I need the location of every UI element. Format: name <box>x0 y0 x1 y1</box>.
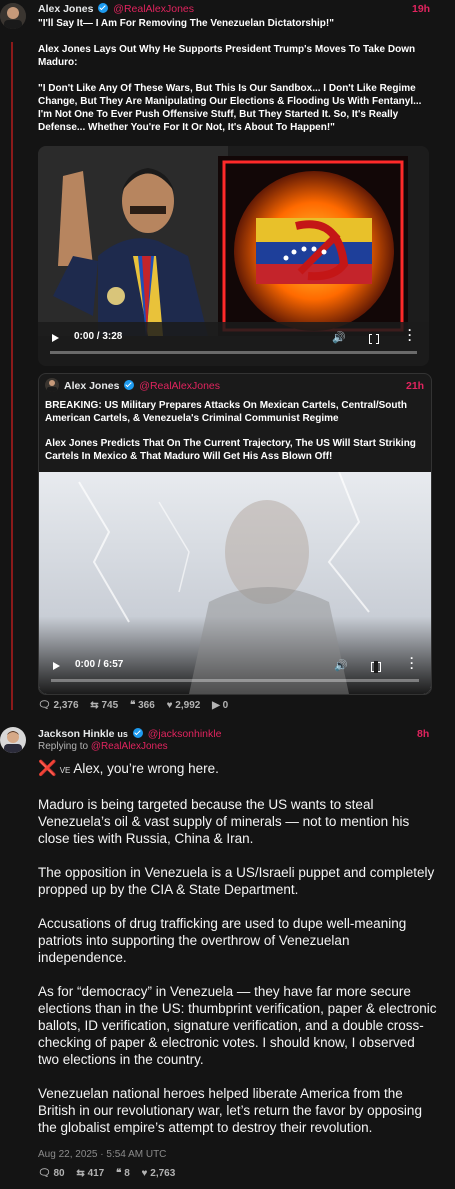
play-icon[interactable] <box>52 334 59 342</box>
tweet-paragraph: "I'll Say It— I Am For Removing The Vene… <box>38 18 334 29</box>
quote-paragraph: Alex Jones Predicts That On The Current … <box>45 438 416 462</box>
tweet-stats: 🗨 80 ⇆ 417 ❝ 8 ♥ 2,763 <box>38 1168 184 1179</box>
tweet-paragraph: Alex Jones Lays Out Why He Supports Pres… <box>38 44 416 68</box>
quote-time: 21h <box>406 380 425 392</box>
tweet-body: "I'll Say It— I Am For Removing The Vene… <box>38 17 428 147</box>
heart-icon: ♥ <box>166 700 173 711</box>
reply-stat[interactable]: 🗨 2,376 <box>38 700 79 711</box>
video-progress-bar[interactable] <box>50 351 417 354</box>
video-player[interactable]: 0:00 / 3:28 🔊 · · · <box>38 146 429 366</box>
quoted-tweet[interactable]: Alex Jones @RealAlexJones 21h BREAKING: … <box>38 373 432 695</box>
quote-video-player[interactable]: 0:00 / 6:57 🔊 · · · <box>39 472 431 694</box>
retweet-stat[interactable]: ⇆ 417 <box>76 1168 104 1179</box>
retweet-stat[interactable]: ⇆ 745 <box>90 700 118 711</box>
tweet-body: ❌ VE Alex, you’re wrong here. Maduro is be… <box>38 760 438 1153</box>
comment-icon: 🗨 <box>38 1168 51 1179</box>
thread-line <box>11 42 13 710</box>
more-options-icon[interactable]: · · · <box>408 324 412 346</box>
author-handle[interactable]: @RealAlexJones <box>113 3 194 15</box>
cross-icon: ❌ <box>38 760 57 777</box>
play-icon: ▶ <box>212 700 220 711</box>
heart-icon: ♥ <box>141 1168 148 1179</box>
verified-icon <box>98 3 109 13</box>
tweet-paragraph: The opposition in Venezuela is a US/Isra… <box>38 865 435 897</box>
play-icon[interactable] <box>53 662 60 670</box>
quote-paragraph: BREAKING: US Military Prepares Attacks O… <box>45 400 407 424</box>
comment-icon: 🗨 <box>38 700 51 711</box>
tweet-stats: 🗨 2,376 ⇆ 745 ❝ 366 ♥ 2,992 ▶ 0 <box>38 700 237 711</box>
author-name[interactable]: Jackson Hinkle <box>38 728 114 740</box>
like-stat[interactable]: ♥ 2,992 <box>167 700 201 711</box>
fullscreen-icon[interactable] <box>371 661 381 673</box>
tweet-paragraph: Accusations of drug trafficking are used… <box>38 916 407 965</box>
volume-icon[interactable]: 🔊 <box>332 331 346 344</box>
quote-avatar <box>45 378 59 392</box>
tweet-paragraph: Maduro is being targeted because the US … <box>38 797 410 846</box>
ve-flag: VE <box>59 766 71 775</box>
verified-icon <box>132 728 143 738</box>
video-time: 0:00 / 3:28 <box>74 331 123 342</box>
quote-stat[interactable]: ❝ 8 <box>116 1168 130 1179</box>
us-flag: us <box>117 729 128 739</box>
tweet-timestamp[interactable]: Aug 22, 2025 · 5:54 AM UTC <box>38 1149 166 1160</box>
volume-icon[interactable]: 🔊 <box>334 659 348 672</box>
quote-author-handle: @RealAlexJones <box>139 380 220 392</box>
replying-label: Replying to <box>38 741 89 752</box>
like-stat[interactable]: ♥ 2,763 <box>142 1168 176 1179</box>
tweet-paragraph: "I Don't Like Any Of These Wars, But Thi… <box>38 83 422 133</box>
quote-icon: ❝ <box>116 1168 122 1179</box>
fullscreen-icon[interactable] <box>369 333 379 345</box>
video-progress-bar[interactable] <box>51 679 419 682</box>
retweet-icon: ⇆ <box>76 1168 85 1179</box>
quote-icon: ❝ <box>129 700 136 711</box>
video-time: 0:00 / 6:57 <box>75 659 124 670</box>
quote-author-name: Alex Jones <box>64 380 120 392</box>
more-options-icon[interactable]: · · · <box>410 652 414 674</box>
verified-icon <box>124 380 135 390</box>
quote-stat[interactable]: ❝ 366 <box>130 700 155 711</box>
author-name[interactable]: Alex Jones <box>38 3 93 15</box>
tweet-paragraph: As for “democracy” in Venezuela — they h… <box>38 984 437 1067</box>
tweet-time[interactable]: 8h <box>417 728 429 740</box>
quote-body: BREAKING: US Military Prepares Attacks O… <box>45 399 425 475</box>
tweet-paragraph: Venezuelan national heroes helped libera… <box>38 1086 422 1135</box>
reply-stat[interactable]: 🗨 80 <box>38 1168 65 1179</box>
replying-handle-link[interactable]: @RealAlexJones <box>91 741 168 752</box>
replying-to: Replying to @RealAlexJones <box>38 741 168 752</box>
tweet-time[interactable]: 19h <box>412 3 430 15</box>
avatar[interactable] <box>0 727 26 753</box>
avatar[interactable] <box>0 3 26 29</box>
views-stat[interactable]: ▶ 0 <box>212 700 228 711</box>
video-controls: 0:00 / 6:57 🔊 · · · <box>39 650 431 694</box>
video-controls: 0:00 / 3:28 🔊 · · · <box>38 322 429 366</box>
tweet-paragraph: ❌ VE Alex, you’re wrong here. <box>38 760 219 777</box>
author-handle[interactable]: @jacksonhinkle <box>148 728 222 740</box>
retweet-icon: ⇆ <box>90 700 99 711</box>
